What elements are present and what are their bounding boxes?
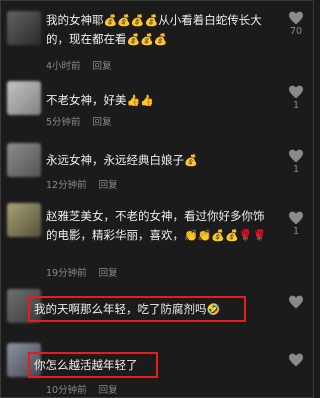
like-button[interactable] [283, 353, 309, 367]
timestamp: 5分钟前 [46, 117, 81, 128]
timestamp: 19分钟前 [46, 268, 87, 279]
heart-icon [289, 11, 303, 25]
heart-icon [289, 295, 303, 309]
avatar[interactable] [7, 81, 41, 115]
reply-button[interactable]: 回复 [93, 61, 112, 72]
comment-text: 我的女神耶💰💰💰💰从小看着白蛇传长大的，现在都在看💰💰💰 [46, 13, 262, 46]
comment-list: 我的女神耶💰💰💰💰从小看着白蛇传长大的，现在都在看💰💰💰 4小时前 回复 70 不… [0, 0, 314, 398]
comment-text: 你怎么越活越年轻了 [34, 358, 138, 372]
avatar[interactable] [7, 11, 41, 45]
like-count: 70 [289, 26, 303, 37]
list-item: 赵雅芝美女，不老的女神，看过你好多你饰的电影，精彩华丽，喜欢，👏👏💰💰🌹🌹 19… [1, 201, 315, 281]
moneybag-emoji: 💰💰💰💰 [103, 14, 159, 27]
comment-meta: 10分钟前 回复 [46, 382, 118, 396]
reply-button[interactable]: 回复 [99, 180, 118, 191]
reply-button[interactable]: 回复 [99, 385, 118, 396]
like-count: 1 [292, 226, 300, 237]
laughing-emoji: 🤣 [206, 303, 221, 316]
moneybag-emoji: 💰💰💰 [126, 33, 168, 46]
comment-text: 赵雅芝美女，不老的女神，看过你好多你饰的电影，精彩华丽，喜欢，👏👏💰💰🌹🌹 [46, 209, 267, 242]
like-count: 1 [292, 100, 300, 111]
list-item: 你怎么越活越年轻了 10分钟前 回复 [1, 341, 315, 397]
heart-icon [289, 211, 303, 225]
moneybag-emoji: 💰 [184, 154, 198, 167]
avatar[interactable] [7, 203, 41, 237]
like-button[interactable]: 1 [283, 211, 309, 237]
comment-meta: 19分钟前 回复 [46, 265, 118, 279]
thumbs-up-emoji: 👍👍 [126, 94, 154, 107]
comment-meta: 12分钟前 回复 [46, 177, 118, 191]
comment-text: 我的天啊那么年轻，吃了防腐剂吗🤣 [34, 302, 221, 316]
comment-text: 永远女神，永远经典白娘子💰 [46, 153, 198, 167]
like-button[interactable] [283, 295, 309, 309]
heart-icon [289, 353, 303, 367]
like-button[interactable]: 1 [283, 85, 309, 111]
list-item: 不老女神，好美👍👍 5分钟前 回复 1 [1, 81, 315, 129]
timestamp: 12分钟前 [46, 180, 87, 191]
list-item: 我的天啊那么年轻，吃了防腐剂吗🤣 [1, 289, 315, 333]
like-button[interactable]: 70 [283, 11, 309, 37]
like-button[interactable]: 1 [283, 149, 309, 175]
comment-text: 不老女神，好美👍👍 [46, 93, 154, 107]
heart-icon [289, 149, 303, 163]
avatar[interactable] [7, 143, 41, 177]
timestamp: 4小时前 [46, 61, 81, 72]
list-item: 我的女神耶💰💰💰💰从小看着白蛇传长大的，现在都在看💰💰💰 4小时前 回复 70 [1, 7, 315, 75]
comment-meta: 4小时前 回复 [46, 58, 112, 72]
timestamp: 10分钟前 [46, 385, 87, 396]
list-item: 永远女神，永远经典白娘子💰 12分钟前 回复 1 [1, 141, 315, 193]
reply-button[interactable]: 回复 [93, 117, 112, 128]
comment-meta: 5分钟前 回复 [46, 114, 112, 128]
heart-icon [289, 85, 303, 99]
reply-button[interactable]: 回复 [99, 268, 118, 279]
like-count: 1 [292, 164, 300, 175]
clap-rose-emoji: 👏👏💰💰🌹🌹 [184, 229, 267, 242]
